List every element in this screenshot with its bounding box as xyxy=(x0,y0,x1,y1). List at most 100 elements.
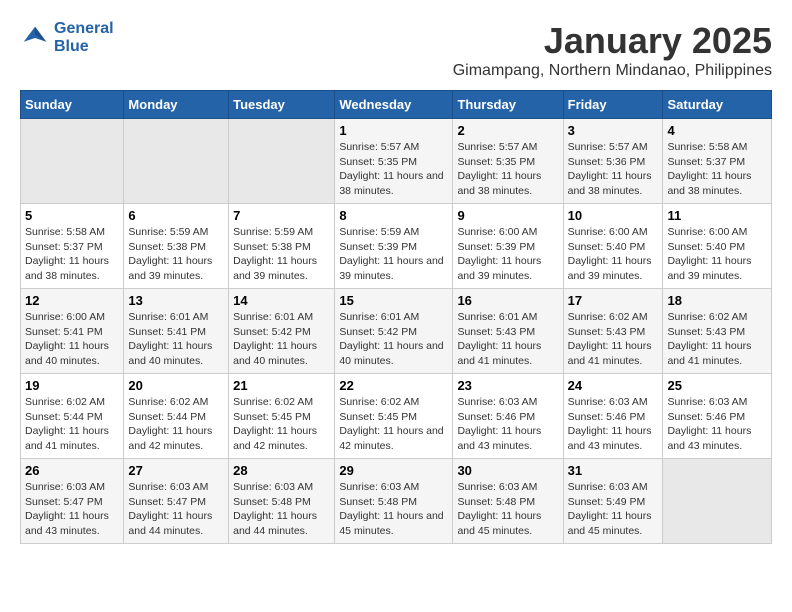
day-info: Sunrise: 6:03 AMSunset: 5:47 PMDaylight:… xyxy=(128,480,224,539)
calendar-cell: 25 Sunrise: 6:03 AMSunset: 5:46 PMDayligh… xyxy=(663,374,772,459)
day-info: Sunrise: 6:03 AMSunset: 5:46 PMDaylight:… xyxy=(667,395,767,454)
day-info: Sunrise: 5:59 AMSunset: 5:38 PMDaylight:… xyxy=(128,225,224,284)
col-friday: Friday xyxy=(563,91,663,119)
page-header: General Blue January 2025 Gimampang, Nor… xyxy=(20,20,772,80)
calendar-cell: 8Sunrise: 5:59 AMSunset: 5:39 PMDaylight… xyxy=(335,204,453,289)
logo-text: General Blue xyxy=(54,20,114,55)
day-info: Sunrise: 6:00 AMSunset: 5:40 PMDaylight:… xyxy=(568,225,659,284)
day-info: Sunrise: 6:01 AMSunset: 5:42 PMDaylight:… xyxy=(339,310,448,369)
day-number: 2 xyxy=(457,123,558,138)
col-monday: Monday xyxy=(124,91,229,119)
day-number: 18 xyxy=(667,293,767,308)
day-number: 7 xyxy=(233,208,330,223)
week-row-3: 19Sunrise: 6:02 AMSunset: 5:44 PMDayligh… xyxy=(21,374,772,459)
week-row-1: 5 Sunrise: 5:58 AMSunset: 5:37 PMDaylight… xyxy=(21,204,772,289)
day-info: Sunrise: 5:57 AMSunset: 5:35 PMDaylight:… xyxy=(457,140,558,199)
title-section: January 2025 Gimampang, Northern Mindana… xyxy=(453,20,772,80)
day-number: 10 xyxy=(568,208,659,223)
logo: General Blue xyxy=(20,20,114,55)
day-number: 29 xyxy=(339,463,448,478)
day-number: 9 xyxy=(457,208,558,223)
calendar-cell: 7 Sunrise: 5:59 AMSunset: 5:38 PMDaylight… xyxy=(229,204,335,289)
calendar-cell xyxy=(663,459,772,544)
calendar-cell: 15Sunrise: 6:01 AMSunset: 5:42 PMDayligh… xyxy=(335,289,453,374)
day-info: Sunrise: 6:02 AMSunset: 5:43 PMDaylight:… xyxy=(568,310,659,369)
day-number: 14 xyxy=(233,293,330,308)
month-title: January 2025 xyxy=(453,20,772,62)
day-info: Sunrise: 6:03 AMSunset: 5:48 PMDaylight:… xyxy=(339,480,448,539)
calendar-cell: 4 Sunrise: 5:58 AMSunset: 5:37 PMDaylight… xyxy=(663,119,772,204)
day-number: 16 xyxy=(457,293,558,308)
header-row: Sunday Monday Tuesday Wednesday Thursday… xyxy=(21,91,772,119)
day-number: 21 xyxy=(233,378,330,393)
calendar-cell: 26Sunrise: 6:03 AMSunset: 5:47 PMDayligh… xyxy=(21,459,124,544)
day-number: 4 xyxy=(667,123,767,138)
day-info: Sunrise: 5:58 AMSunset: 5:37 PMDaylight:… xyxy=(667,140,767,199)
calendar-cell: 30 Sunrise: 6:03 AMSunset: 5:48 PMDayligh… xyxy=(453,459,563,544)
day-number: 30 xyxy=(457,463,558,478)
day-info: Sunrise: 6:02 AMSunset: 5:43 PMDaylight:… xyxy=(667,310,767,369)
calendar-table: Sunday Monday Tuesday Wednesday Thursday… xyxy=(20,90,772,544)
day-number: 26 xyxy=(25,463,119,478)
day-number: 8 xyxy=(339,208,448,223)
calendar-cell: 31 Sunrise: 6:03 AMSunset: 5:49 PMDayligh… xyxy=(563,459,663,544)
week-row-2: 12 Sunrise: 6:00 AMSunset: 5:41 PMDayligh… xyxy=(21,289,772,374)
day-info: Sunrise: 6:01 AMSunset: 5:43 PMDaylight:… xyxy=(457,310,558,369)
calendar-cell: 29 Sunrise: 6:03 AMSunset: 5:48 PMDayligh… xyxy=(335,459,453,544)
calendar-cell: 21 Sunrise: 6:02 AMSunset: 5:45 PMDayligh… xyxy=(229,374,335,459)
calendar-cell: 11 Sunrise: 6:00 AMSunset: 5:40 PMDayligh… xyxy=(663,204,772,289)
day-number: 31 xyxy=(568,463,659,478)
location-title: Gimampang, Northern Mindanao, Philippine… xyxy=(453,62,772,80)
calendar-cell: 23 Sunrise: 6:03 AMSunset: 5:46 PMDayligh… xyxy=(453,374,563,459)
calendar-cell: 5 Sunrise: 5:58 AMSunset: 5:37 PMDaylight… xyxy=(21,204,124,289)
day-info: Sunrise: 6:03 AMSunset: 5:48 PMDaylight:… xyxy=(457,480,558,539)
calendar-cell: 12 Sunrise: 6:00 AMSunset: 5:41 PMDayligh… xyxy=(21,289,124,374)
calendar-cell: 19Sunrise: 6:02 AMSunset: 5:44 PMDayligh… xyxy=(21,374,124,459)
day-info: Sunrise: 6:01 AMSunset: 5:42 PMDaylight:… xyxy=(233,310,330,369)
calendar-cell: 27 Sunrise: 6:03 AMSunset: 5:47 PMDayligh… xyxy=(124,459,229,544)
day-number: 24 xyxy=(568,378,659,393)
day-number: 6 xyxy=(128,208,224,223)
calendar-cell: 6 Sunrise: 5:59 AMSunset: 5:38 PMDaylight… xyxy=(124,204,229,289)
calendar-cell xyxy=(21,119,124,204)
day-number: 3 xyxy=(568,123,659,138)
col-tuesday: Tuesday xyxy=(229,91,335,119)
calendar-cell: 3 Sunrise: 5:57 AMSunset: 5:36 PMDaylight… xyxy=(563,119,663,204)
day-info: Sunrise: 6:03 AMSunset: 5:46 PMDaylight:… xyxy=(457,395,558,454)
day-info: Sunrise: 6:02 AMSunset: 5:45 PMDaylight:… xyxy=(233,395,330,454)
day-number: 25 xyxy=(667,378,767,393)
calendar-cell: 18 Sunrise: 6:02 AMSunset: 5:43 PMDayligh… xyxy=(663,289,772,374)
day-number: 27 xyxy=(128,463,224,478)
day-number: 23 xyxy=(457,378,558,393)
calendar-cell: 14 Sunrise: 6:01 AMSunset: 5:42 PMDayligh… xyxy=(229,289,335,374)
calendar-cell: 28Sunrise: 6:03 AMSunset: 5:48 PMDayligh… xyxy=(229,459,335,544)
day-number: 22 xyxy=(339,378,448,393)
col-saturday: Saturday xyxy=(663,91,772,119)
col-thursday: Thursday xyxy=(453,91,563,119)
day-info: Sunrise: 5:57 AMSunset: 5:35 PMDaylight:… xyxy=(339,140,448,199)
day-number: 13 xyxy=(128,293,224,308)
calendar-cell: 13Sunrise: 6:01 AMSunset: 5:41 PMDayligh… xyxy=(124,289,229,374)
calendar-cell: 24 Sunrise: 6:03 AMSunset: 5:46 PMDayligh… xyxy=(563,374,663,459)
calendar-cell: 2 Sunrise: 5:57 AMSunset: 5:35 PMDaylight… xyxy=(453,119,563,204)
day-number: 1 xyxy=(339,123,448,138)
day-info: Sunrise: 6:02 AMSunset: 5:44 PMDaylight:… xyxy=(25,395,119,454)
day-info: Sunrise: 6:03 AMSunset: 5:49 PMDaylight:… xyxy=(568,480,659,539)
day-info: Sunrise: 6:00 AMSunset: 5:41 PMDaylight:… xyxy=(25,310,119,369)
calendar-cell: 16 Sunrise: 6:01 AMSunset: 5:43 PMDayligh… xyxy=(453,289,563,374)
calendar-cell: 1 Sunrise: 5:57 AMSunset: 5:35 PMDaylight… xyxy=(335,119,453,204)
day-number: 5 xyxy=(25,208,119,223)
day-info: Sunrise: 6:00 AMSunset: 5:40 PMDaylight:… xyxy=(667,225,767,284)
calendar-cell: 17 Sunrise: 6:02 AMSunset: 5:43 PMDayligh… xyxy=(563,289,663,374)
calendar-cell: 22Sunrise: 6:02 AMSunset: 5:45 PMDayligh… xyxy=(335,374,453,459)
day-info: Sunrise: 5:57 AMSunset: 5:36 PMDaylight:… xyxy=(568,140,659,199)
day-number: 12 xyxy=(25,293,119,308)
calendar-cell: 20Sunrise: 6:02 AMSunset: 5:44 PMDayligh… xyxy=(124,374,229,459)
day-number: 17 xyxy=(568,293,659,308)
day-number: 11 xyxy=(667,208,767,223)
col-wednesday: Wednesday xyxy=(335,91,453,119)
day-info: Sunrise: 6:03 AMSunset: 5:46 PMDaylight:… xyxy=(568,395,659,454)
day-info: Sunrise: 5:59 AMSunset: 5:38 PMDaylight:… xyxy=(233,225,330,284)
calendar-cell: 10 Sunrise: 6:00 AMSunset: 5:40 PMDayligh… xyxy=(563,204,663,289)
day-info: Sunrise: 5:58 AMSunset: 5:37 PMDaylight:… xyxy=(25,225,119,284)
